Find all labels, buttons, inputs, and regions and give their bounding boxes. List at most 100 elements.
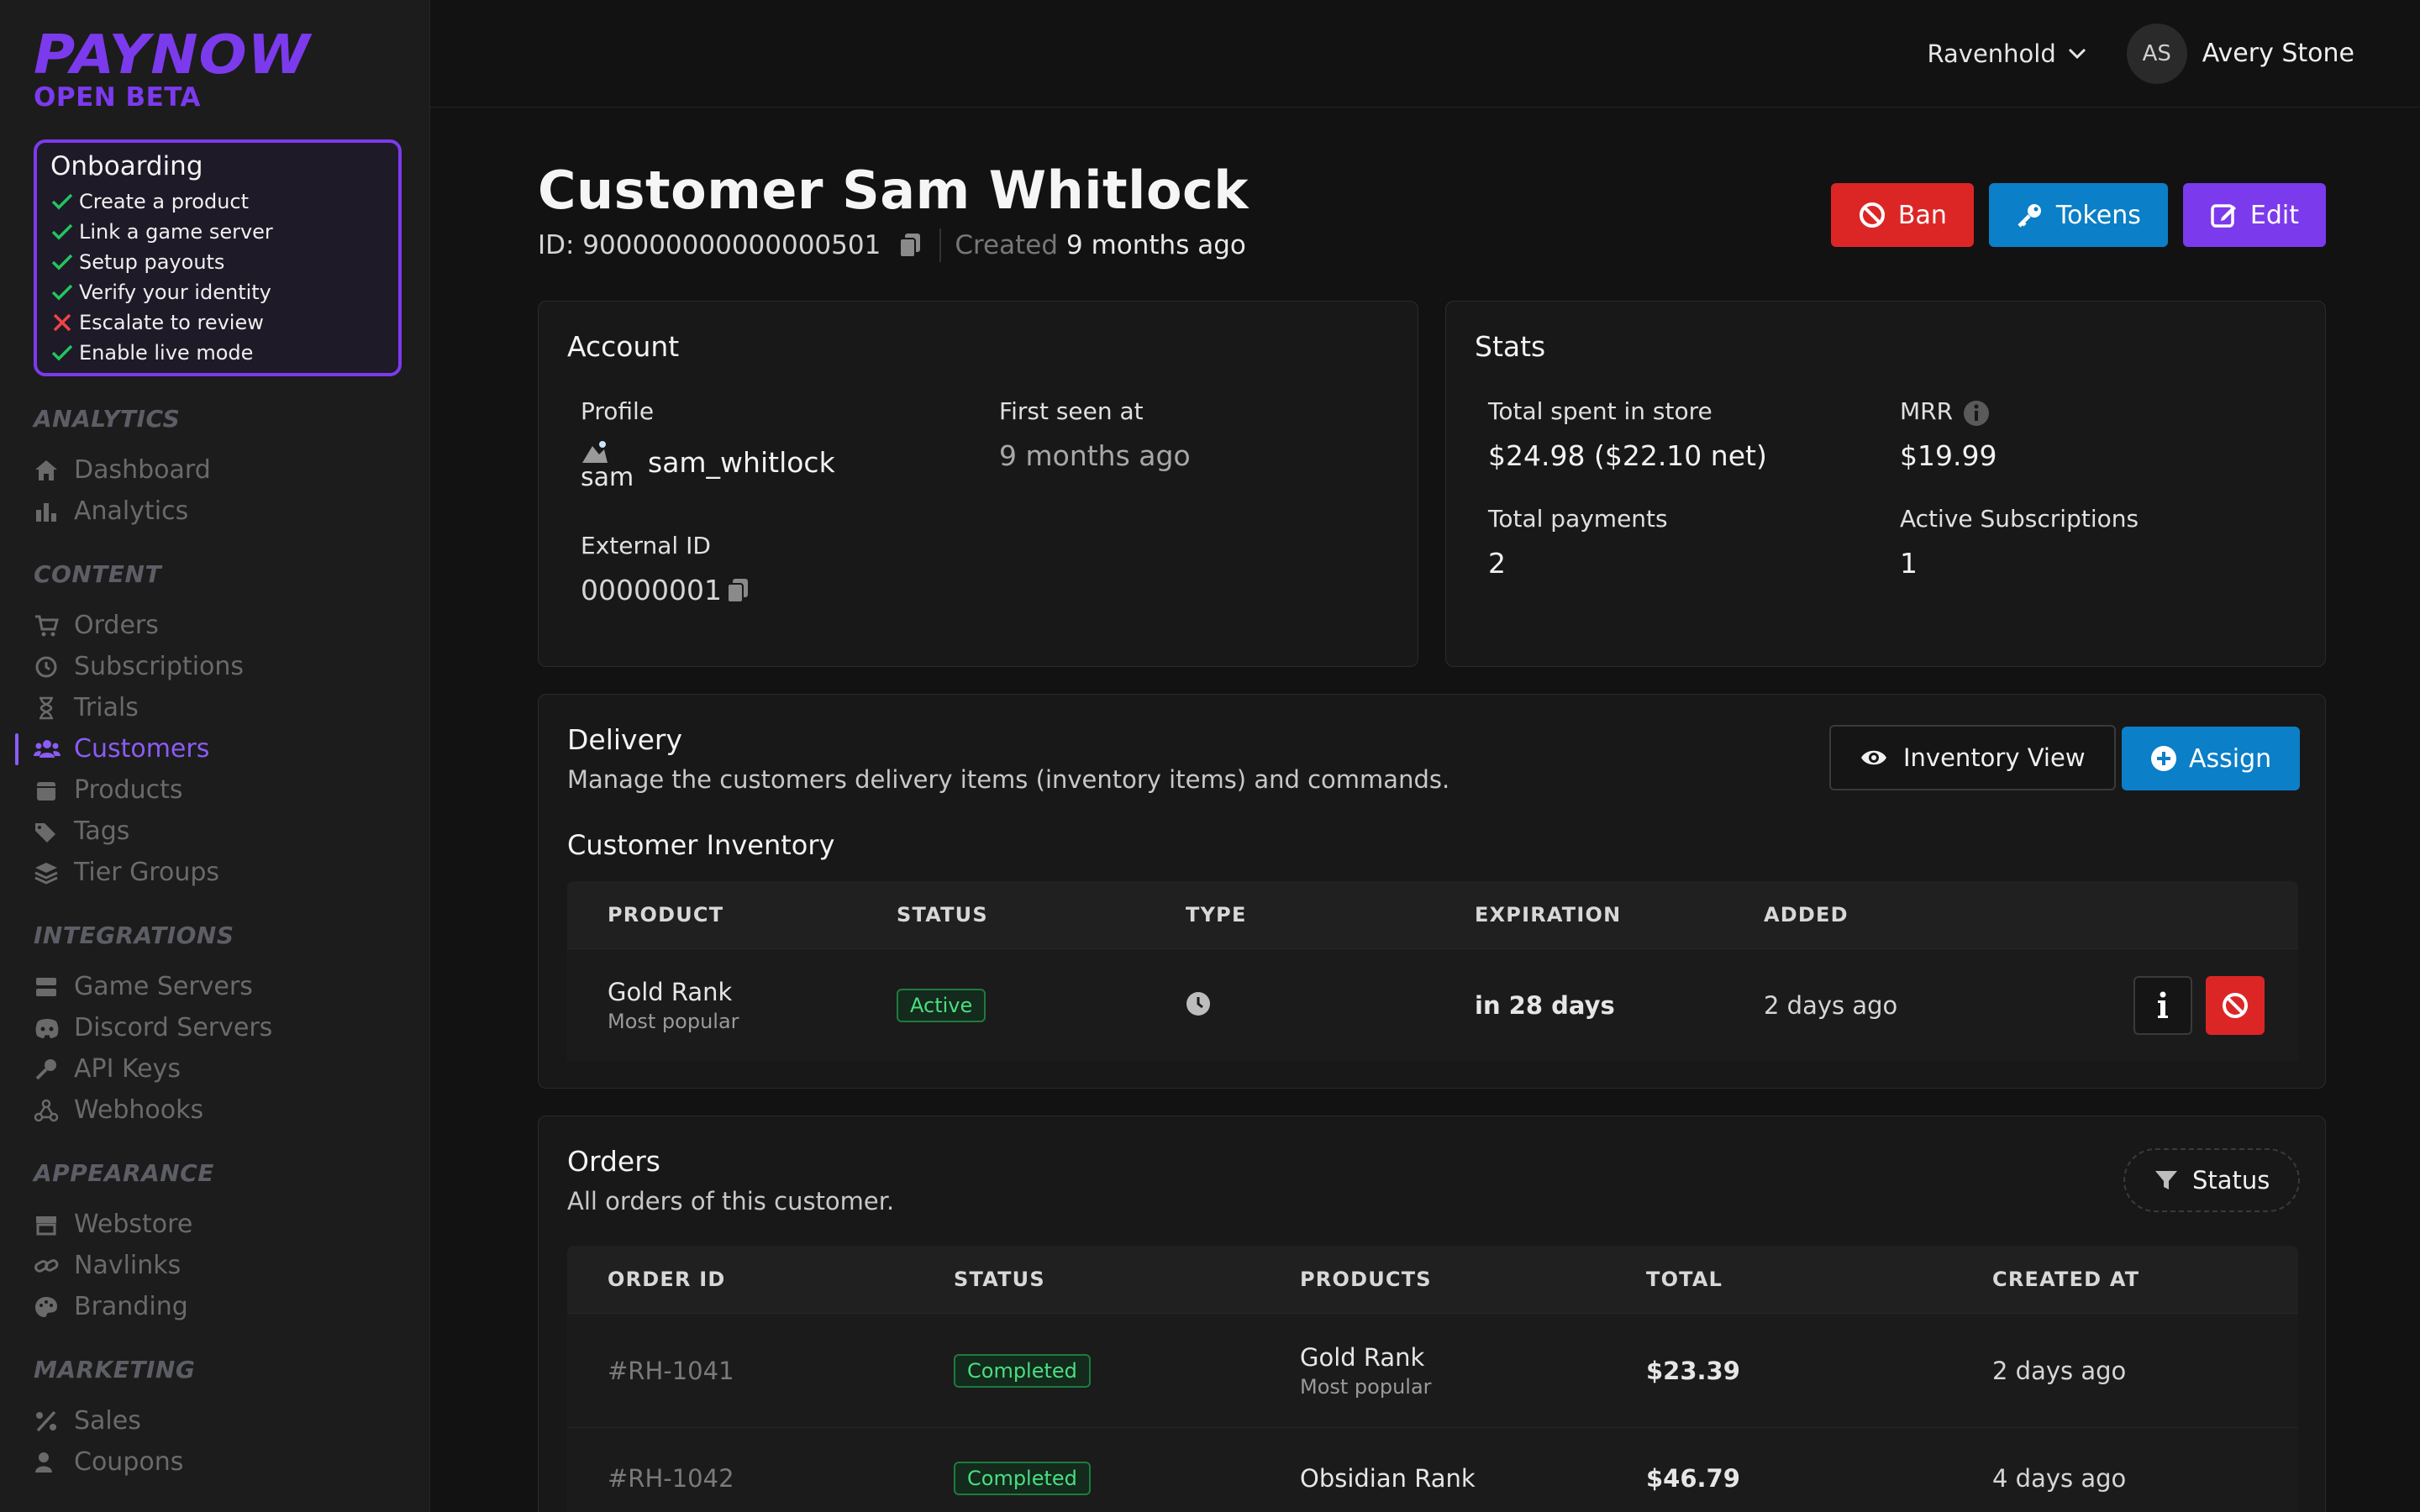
onboarding-item[interactable]: Create a product <box>50 186 385 217</box>
status-cell: Active <box>897 988 986 1022</box>
table-row[interactable]: #RH-1042 Completed Obsidian Rank $46.79 … <box>567 1427 2298 1512</box>
sidebar-item-game-servers[interactable]: Game Servers <box>34 966 401 1007</box>
profile-avatar-alt: sam <box>581 463 634 492</box>
sidebar-item-tags[interactable]: Tags <box>34 811 401 852</box>
orders-description: All orders of this customer. <box>567 1187 895 1215</box>
sidebar-item-dashboard[interactable]: Dashboard <box>34 449 401 491</box>
sidebar-item-orders[interactable]: Orders <box>34 605 401 646</box>
column-header-created-at[interactable]: CREATED AT <box>1992 1268 2139 1291</box>
status-filter-button[interactable]: Status <box>2123 1148 2301 1212</box>
profile-username[interactable]: sam_whitlock <box>648 446 835 479</box>
users-icon <box>34 738 74 761</box>
table-row[interactable]: #RH-1041 Completed Gold Rank Most popula… <box>567 1313 2298 1427</box>
copy-icon[interactable] <box>725 577 750 604</box>
column-header-expiration[interactable]: EXPIRATION <box>1475 903 1621 927</box>
sidebar-item-label: Products <box>74 775 183 805</box>
order-id-cell[interactable]: #RH-1042 <box>608 1464 734 1493</box>
total-payments-label: Total payments <box>1488 505 1668 533</box>
column-header-order-id[interactable]: ORDER ID <box>608 1268 726 1291</box>
created-value: 9 months ago <box>1066 230 1246 260</box>
sidebar-item-label: Tags <box>74 816 130 846</box>
tokens-button[interactable]: Tokens <box>1988 183 2168 247</box>
onboarding-item[interactable]: Setup payouts <box>50 247 385 277</box>
column-header-added[interactable]: ADDED <box>1764 903 1849 927</box>
orders-card: Orders All orders of this customer. Stat… <box>538 1116 2326 1512</box>
customer-id: ID: 900000000000000501 <box>538 230 881 260</box>
product-name: Gold Rank <box>1300 1342 1425 1372</box>
cart-icon <box>34 614 74 638</box>
sidebar-item-analytics[interactable]: Analytics <box>34 491 401 532</box>
sidebar-item-discord-servers[interactable]: Discord Servers <box>34 1007 401 1048</box>
sidebar-item-branding[interactable]: Branding <box>34 1286 401 1327</box>
inventory-view-button[interactable]: Inventory View <box>1829 725 2116 790</box>
sidebar-item-subscriptions[interactable]: Subscriptions <box>34 646 401 687</box>
sidebar-item-customers[interactable]: Customers <box>15 728 401 769</box>
column-header-products[interactable]: PRODUCTS <box>1300 1268 1432 1291</box>
products-cell: Gold Rank Most popular <box>1300 1343 1432 1399</box>
onboarding-panel[interactable]: Onboarding Create a product Link a game … <box>34 139 402 376</box>
user-name[interactable]: Avery Stone <box>2202 39 2354 68</box>
edit-button[interactable]: Edit <box>2182 183 2326 247</box>
onboarding-item-label: Enable live mode <box>79 341 254 365</box>
brand-logo[interactable]: PAYNOW <box>34 27 419 84</box>
status-filter-label: Status <box>2192 1166 2270 1194</box>
sidebar: PAYNOW OPEN BETA Onboarding Create a pro… <box>0 0 430 1512</box>
sidebar-item-coupons[interactable]: Coupons <box>34 1441 401 1483</box>
layers-icon <box>34 861 74 885</box>
column-header-status[interactable]: STATUS <box>954 1268 1045 1291</box>
sidebar-item-trials[interactable]: Trials <box>34 687 401 728</box>
inventory-view-label: Inventory View <box>1903 743 2086 772</box>
nav-section-appearance: APPEARANCE <box>34 1159 214 1187</box>
info-icon[interactable] <box>1962 399 1991 428</box>
sidebar-item-products[interactable]: Products <box>34 769 401 811</box>
stats-title: Stats <box>1475 330 1546 363</box>
sidebar-item-label: Tier Groups <box>74 858 220 887</box>
onboarding-item[interactable]: Enable live mode <box>50 338 385 368</box>
sidebar-item-label: Coupons <box>74 1447 184 1477</box>
onboarding-item[interactable]: Link a game server <box>50 217 385 247</box>
total-cell: $46.79 <box>1646 1463 1740 1493</box>
assign-button[interactable]: Assign <box>2122 727 2301 790</box>
sidebar-item-webstore[interactable]: Webstore <box>34 1204 401 1245</box>
status-cell: Completed <box>954 1353 1091 1388</box>
copy-icon[interactable] <box>897 232 923 259</box>
ban-button-label: Ban <box>1897 200 1947 230</box>
sidebar-item-navlinks[interactable]: Navlinks <box>34 1245 401 1286</box>
column-header-total[interactable]: TOTAL <box>1646 1268 1723 1291</box>
sidebar-item-tier-groups[interactable]: Tier Groups <box>34 852 401 893</box>
sidebar-item-label: Navlinks <box>74 1251 182 1280</box>
total-spent-value: $24.98 ($22.10 net) <box>1488 439 1767 472</box>
info-button[interactable] <box>2133 976 2192 1035</box>
column-header-status[interactable]: STATUS <box>897 903 988 927</box>
bar-chart-icon <box>34 500 74 523</box>
user-tag-icon <box>34 1451 74 1474</box>
check-icon <box>50 282 79 302</box>
table-row[interactable]: Gold Rank Most popular Active in 28 days… <box>567 948 2298 1061</box>
ban-button[interactable]: Ban <box>1830 183 1974 247</box>
chevron-down-icon <box>2068 48 2086 59</box>
revoke-button[interactable] <box>2206 976 2265 1035</box>
product-subtitle: Most popular <box>1300 1374 1432 1399</box>
column-header-product[interactable]: PRODUCT <box>608 903 723 927</box>
sidebar-item-label: Sales <box>74 1406 141 1436</box>
link-icon <box>34 1254 74 1278</box>
nav-section-marketing: MARKETING <box>34 1356 196 1383</box>
onboarding-item[interactable]: Escalate to review <box>50 307 385 338</box>
store-switcher[interactable]: Ravenhold <box>1928 39 2086 68</box>
check-icon <box>50 222 79 242</box>
first-seen-value: 9 months ago <box>999 439 1191 472</box>
sidebar-item-api-keys[interactable]: API Keys <box>34 1048 401 1089</box>
hourglass-icon <box>34 696 74 720</box>
sidebar-item-label: Game Servers <box>74 972 253 1001</box>
onboarding-item[interactable]: Verify your identity <box>50 277 385 307</box>
sidebar-item-webhooks[interactable]: Webhooks <box>34 1089 401 1131</box>
sidebar-item-label: Customers <box>74 734 210 764</box>
onboarding-item-label: Link a game server <box>79 220 273 244</box>
server-icon <box>34 975 74 999</box>
check-icon <box>50 343 79 363</box>
sidebar-item-sales[interactable]: Sales <box>34 1400 401 1441</box>
avatar[interactable]: AS <box>2126 23 2187 84</box>
column-header-type[interactable]: TYPE <box>1186 903 1247 927</box>
onboarding-title: Onboarding <box>50 151 203 181</box>
order-id-cell[interactable]: #RH-1041 <box>608 1357 734 1385</box>
